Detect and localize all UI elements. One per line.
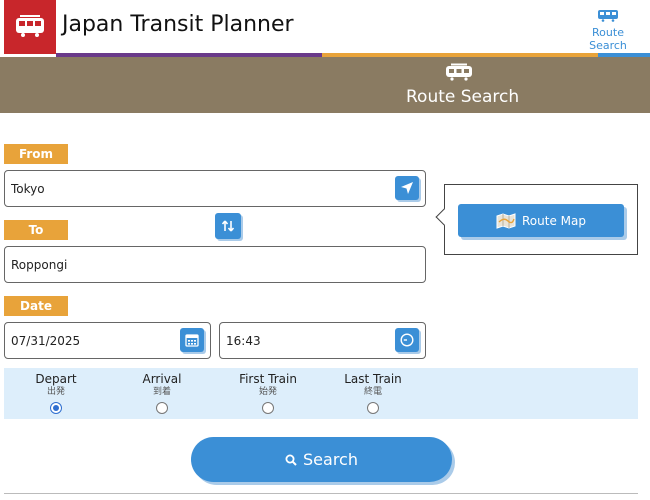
time-field-container	[219, 322, 426, 359]
option-label: Depart	[35, 372, 77, 386]
option-last-train[interactable]: Last Train 終電	[323, 372, 423, 414]
option-sublabel: 出発	[46, 387, 65, 397]
search-type-options: Depart 出発 Arrival 到着 First Train 始発 Last…	[4, 368, 638, 419]
app-header: Japan Transit Planner Route Search	[0, 0, 650, 58]
date-field-container	[4, 322, 211, 359]
train-icon	[598, 10, 618, 22]
swap-stations-button[interactable]	[215, 213, 241, 239]
date-picker-button[interactable]	[180, 328, 204, 352]
from-input[interactable]	[5, 171, 425, 206]
current-location-button[interactable]	[395, 176, 419, 200]
radio-arrival[interactable]	[156, 402, 168, 414]
option-arrival[interactable]: Arrival 到着	[112, 372, 212, 414]
swap-arrows-icon	[221, 220, 235, 232]
option-first-train[interactable]: First Train 始発	[218, 372, 318, 414]
time-picker-button[interactable]	[395, 328, 419, 352]
option-sublabel: 終電	[363, 387, 382, 397]
route-map-label: Route Map	[522, 213, 586, 228]
date-label: Date	[4, 296, 68, 316]
option-label: Last Train	[344, 372, 402, 386]
option-label: Arrival	[142, 372, 182, 386]
location-arrow-icon	[401, 182, 413, 194]
page-title: Route Search	[406, 87, 520, 107]
nav-route-search[interactable]: Route Search	[572, 8, 644, 52]
page-banner: Route Search	[0, 57, 650, 113]
nav-route-search-label: Route Search	[589, 26, 627, 52]
search-button[interactable]: Search	[191, 437, 452, 482]
train-icon	[446, 63, 472, 81]
radio-depart[interactable]	[50, 402, 62, 414]
option-label: First Train	[239, 372, 297, 386]
to-input[interactable]	[5, 247, 425, 282]
option-sublabel: 始発	[258, 387, 277, 397]
radio-first-train[interactable]	[262, 402, 274, 414]
option-depart[interactable]: Depart 出発	[6, 372, 106, 414]
option-sublabel: 到着	[152, 387, 171, 397]
route-map-button[interactable]: Route Map	[458, 204, 624, 237]
calendar-icon	[185, 334, 199, 347]
search-button-label: Search	[303, 450, 358, 469]
radio-last-train[interactable]	[367, 402, 379, 414]
from-label: From	[4, 144, 68, 164]
callout-pointer	[435, 208, 453, 226]
to-label: To	[4, 220, 68, 240]
bottom-divider	[4, 493, 638, 494]
map-icon	[496, 212, 516, 229]
to-field-container	[4, 246, 426, 283]
search-icon	[285, 454, 297, 466]
from-field-container	[4, 170, 426, 207]
clock-icon	[400, 333, 414, 347]
route-map-panel: Route Map	[435, 184, 638, 255]
app-title: Japan Transit Planner	[62, 12, 294, 37]
train-logo-icon[interactable]	[4, 0, 56, 54]
